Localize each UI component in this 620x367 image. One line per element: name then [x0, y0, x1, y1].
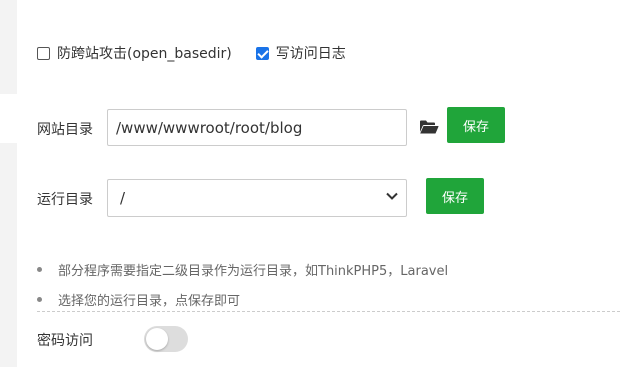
site-directory-label: 网站目录	[37, 122, 93, 138]
bullet-icon	[37, 266, 42, 272]
chevron-down-icon	[386, 192, 398, 200]
write-access-log-checkbox[interactable]	[255, 46, 269, 60]
list-item: 部分程序需要指定二级目录作为运行目录，如ThinkPHP5，Laravel	[37, 254, 448, 284]
run-directory-save-button[interactable]: 保存	[426, 178, 484, 214]
help-notes: 部分程序需要指定二级目录作为运行目录，如ThinkPHP5，Laravel 选择…	[37, 254, 448, 314]
toggle-knob	[146, 328, 168, 350]
password-access-toggle[interactable]	[144, 326, 188, 352]
left-panel-strip	[0, 143, 17, 367]
note-text: 部分程序需要指定二级目录作为运行目录，如ThinkPHP5，Laravel	[58, 263, 449, 279]
write-access-log-label: 写访问日志	[275, 46, 346, 62]
list-item: 选择您的运行目录，点保存即可	[37, 284, 448, 314]
site-directory-save-button[interactable]: 保存	[447, 107, 505, 143]
site-directory-value: /www/wwwroot/root/blog	[116, 118, 303, 137]
run-directory-selected: /	[120, 189, 126, 207]
anti-cross-site-checkbox[interactable]	[37, 46, 50, 60]
run-directory-label: 运行目录	[37, 192, 93, 208]
password-access-label: 密码访问	[37, 333, 93, 349]
folder-open-icon[interactable]	[419, 119, 439, 135]
write-access-log-option[interactable]: 写访问日志	[255, 43, 346, 63]
run-directory-select[interactable]: /	[107, 179, 407, 217]
left-panel-strip	[0, 0, 17, 94]
anti-cross-site-label: 防跨站攻击(open_basedir)	[57, 46, 232, 62]
anti-cross-site-option[interactable]: 防跨站攻击(open_basedir)	[37, 43, 232, 63]
divider	[37, 311, 620, 312]
options-row: 防跨站攻击(open_basedir) 写访问日志	[37, 43, 346, 63]
bullet-icon	[37, 296, 42, 302]
site-directory-input[interactable]: /www/wwwroot/root/blog	[107, 109, 407, 146]
note-text: 选择您的运行目录，点保存即可	[58, 293, 241, 309]
